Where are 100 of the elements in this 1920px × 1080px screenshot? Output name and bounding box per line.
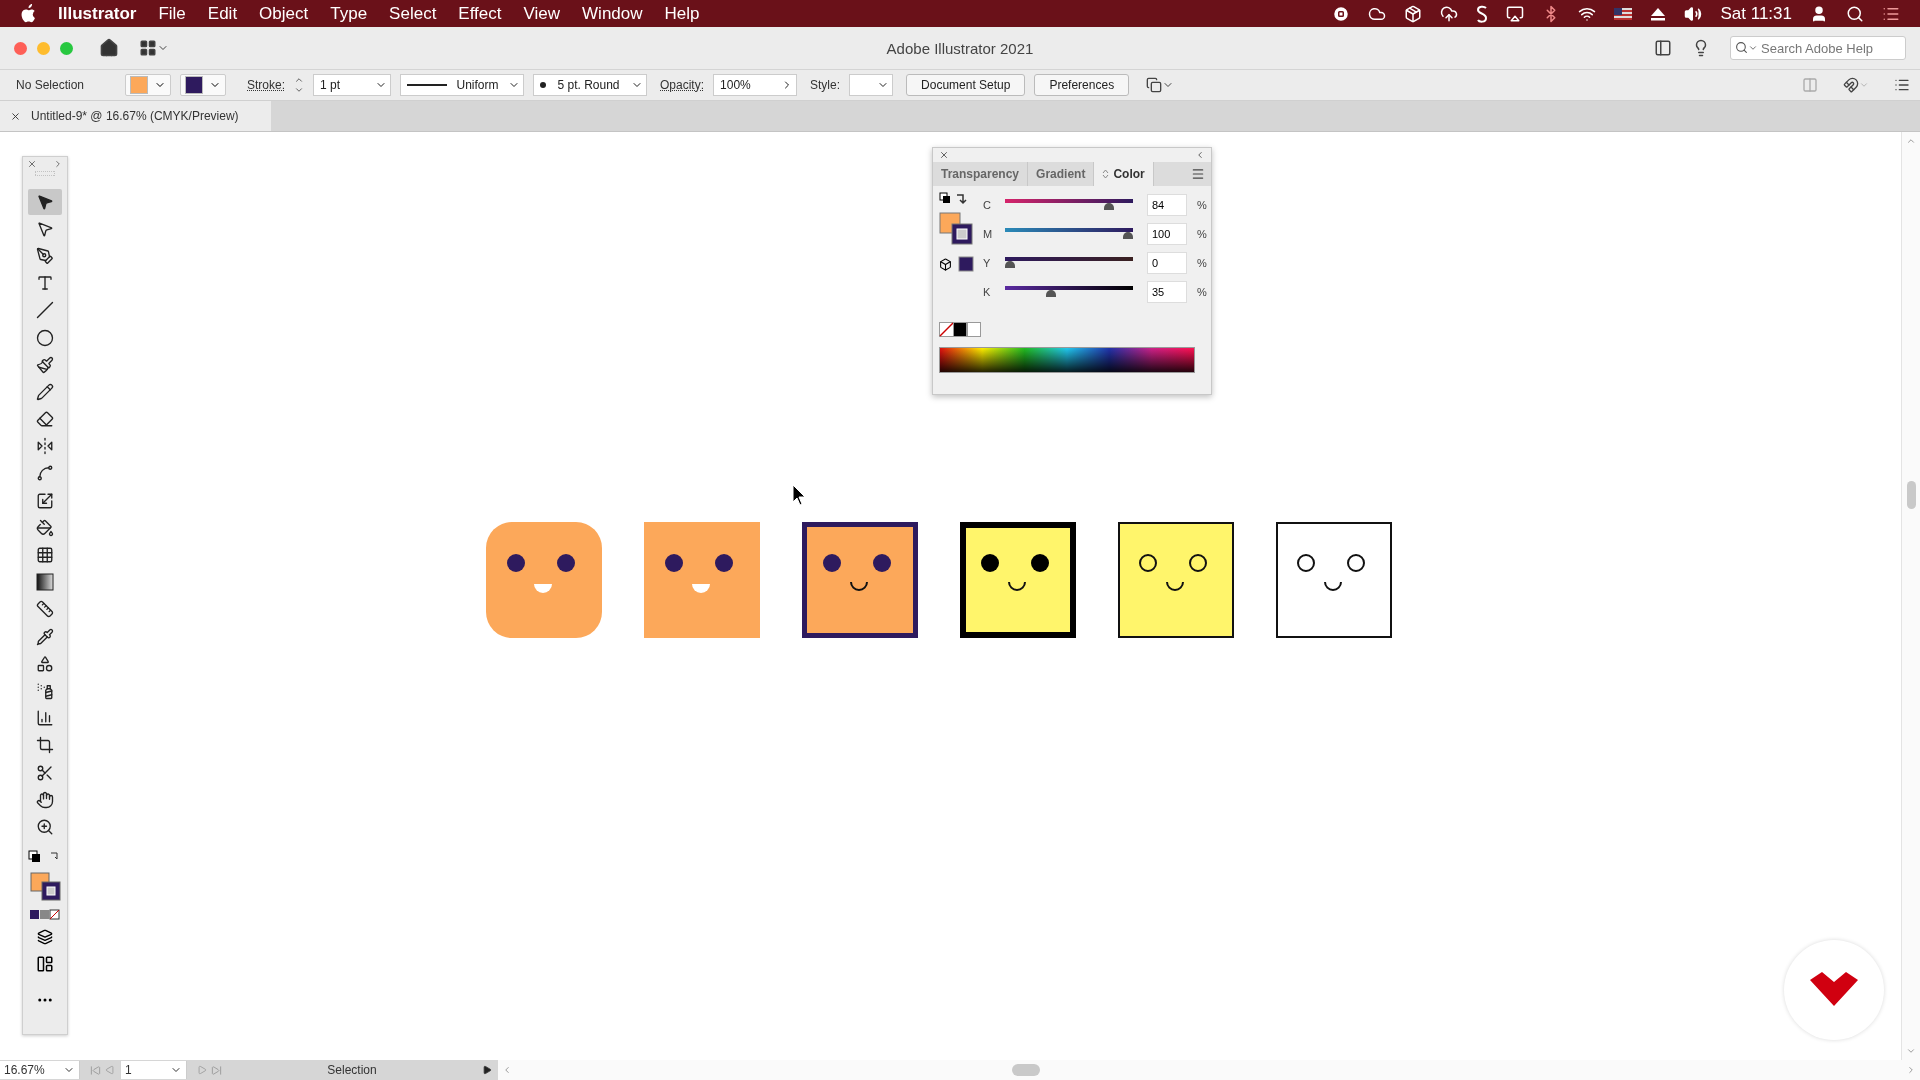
home-button[interactable] (99, 38, 119, 58)
eyedropper-icon (36, 627, 54, 646)
artboard-dropdown[interactable]: 1 (121, 1061, 187, 1079)
down-chevron-icon (294, 85, 304, 95)
line-icon (36, 301, 54, 320)
app-menu[interactable]: Illustrator (58, 3, 137, 24)
scrollbar-thumb[interactable] (1906, 481, 1916, 509)
value-field[interactable]: 35 (1147, 280, 1187, 303)
close-icon[interactable] (10, 110, 21, 122)
menu-item[interactable]: Help (664, 3, 700, 24)
pencil-icon (36, 382, 54, 401)
fill-stroke-drawing[interactable] (27, 848, 63, 903)
screen-mode-icon[interactable] (36, 954, 54, 973)
copy-icon (1146, 77, 1163, 93)
unit-label: % (1197, 285, 1207, 298)
panel-tab[interactable]: Color (1094, 162, 1154, 186)
stroke-label: Stroke: (247, 78, 285, 92)
color-swatch[interactable] (958, 256, 974, 272)
close-icon[interactable] (939, 150, 949, 160)
value-field[interactable]: 84 (1147, 193, 1187, 216)
grid-layout-icon (139, 39, 157, 57)
document-title: Untitled-9* @ 16.67% (CMYK/Preview) (31, 109, 239, 123)
scale-icon (36, 491, 54, 510)
box-icon[interactable] (1404, 4, 1423, 23)
menu-item[interactable]: File (158, 3, 186, 24)
status-menu-button[interactable] (482, 1065, 492, 1075)
menu-item[interactable]: View (523, 3, 561, 24)
snap-button[interactable] (1843, 77, 1869, 93)
none-swatch[interactable] (939, 322, 953, 337)
line-preview-icon (407, 83, 447, 87)
brush-dropdown[interactable]: 5 pt. Round (533, 74, 647, 96)
updown-arrows-icon (1102, 169, 1110, 179)
channel-label: K (983, 285, 992, 298)
draw-mode-icon[interactable] (37, 928, 53, 945)
panel-toggle-button[interactable] (1654, 39, 1672, 57)
slider-thumb[interactable] (1123, 232, 1133, 239)
menu-item[interactable]: Edit (207, 3, 238, 24)
user-icon[interactable] (1810, 4, 1828, 23)
grid-icon (36, 546, 54, 565)
airplay-icon[interactable] (1506, 4, 1525, 23)
cloud-upload-icon[interactable] (1440, 4, 1459, 23)
close-icon[interactable] (27, 159, 37, 169)
stroke-dropdown[interactable] (180, 74, 226, 96)
dot-icon (540, 82, 546, 88)
value-field[interactable]: 0 (1147, 251, 1187, 274)
collapse-icon[interactable] (1195, 150, 1205, 160)
fill-swatch (130, 76, 148, 94)
flag-icon[interactable] (1614, 7, 1633, 20)
style-label: Style: (810, 78, 841, 92)
panel-menu-button[interactable] (1894, 77, 1910, 93)
apple-icon[interactable] (20, 4, 36, 23)
gradient-square-icon (36, 573, 54, 592)
select-similar-button[interactable] (1146, 77, 1175, 93)
eject-icon[interactable] (1650, 6, 1667, 21)
value-field[interactable]: 100 (1147, 222, 1187, 245)
up-chevron-icon (294, 75, 304, 85)
toolbar-button[interactable]: Document Setup (906, 74, 1026, 96)
volume-icon[interactable] (1684, 4, 1703, 23)
menu-item[interactable]: Type (330, 3, 368, 24)
s-curve-icon[interactable] (1476, 4, 1489, 23)
expand-icon[interactable] (53, 159, 63, 169)
close-button[interactable] (14, 41, 27, 55)
stepper[interactable] (294, 75, 304, 95)
opacity-field[interactable]: 100% (713, 74, 798, 96)
workspace-button[interactable] (139, 39, 169, 57)
curve-icon (36, 464, 54, 483)
slider-thumb[interactable] (1104, 203, 1115, 210)
menu-item[interactable]: Window (582, 3, 643, 24)
hollow-arrow-icon (36, 219, 54, 238)
record-stop-icon[interactable] (1332, 4, 1351, 23)
menu-item[interactable]: Effect (458, 3, 502, 24)
toolbar-button[interactable]: Preferences (1034, 74, 1130, 96)
current-tool-label: Selection (326, 1063, 378, 1077)
stroke-weight-dropdown[interactable]: 1 pt (313, 74, 391, 96)
grip-icon[interactable] (35, 171, 55, 176)
shapes-icon (36, 654, 54, 673)
menu-item[interactable]: Select (389, 3, 437, 24)
menu-item[interactable]: Object (259, 3, 309, 24)
zoom-dropdown[interactable]: 16.67% (0, 1061, 80, 1079)
slider-thumb[interactable] (1046, 290, 1057, 297)
fill-stroke-drawing[interactable] (939, 212, 975, 246)
search-field[interactable]: Search Adobe Help (1730, 36, 1906, 60)
pen-icon (36, 246, 54, 265)
hand-icon (36, 790, 54, 809)
swap-icon[interactable] (939, 192, 969, 206)
search-icon (1735, 41, 1748, 54)
color-spectrum[interactable] (939, 347, 1195, 373)
logo-icon (1808, 972, 1860, 1008)
slider-thumb[interactable] (1005, 261, 1015, 268)
document-tab[interactable]: Untitled-9* @ 16.67% (CMYK/Preview) (0, 101, 271, 131)
type-icon (36, 274, 54, 293)
cube-icon[interactable] (939, 257, 952, 271)
scrollbar-thumb[interactable] (1012, 1064, 1040, 1076)
opacity-label: Opacity: (660, 78, 705, 92)
tool-button[interactable] (28, 188, 62, 215)
search-icon[interactable] (1846, 4, 1864, 23)
color-mode-icon[interactable] (29, 908, 61, 921)
channel-label: Y (983, 256, 992, 269)
profile-dropdown[interactable]: Uniform (400, 74, 524, 96)
menu-icon (1191, 167, 1205, 181)
